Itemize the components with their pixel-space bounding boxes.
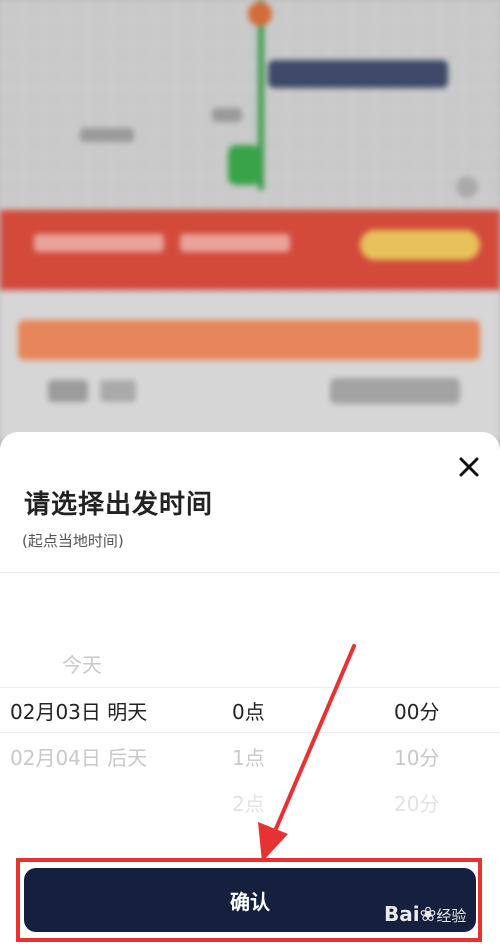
picker-hour-option[interactable]: 2点 (232, 788, 265, 817)
banner-badge (360, 230, 480, 260)
paw-icon: ❀ (419, 902, 437, 926)
picker-date-option-selected[interactable]: 02月03日 明天 (10, 696, 147, 725)
background-map (0, 0, 500, 440)
watermark-suffix: 经验 (436, 907, 467, 925)
close-button[interactable] (452, 450, 486, 484)
background-panel (0, 292, 500, 440)
background-item (48, 380, 88, 402)
annotation-highlight-box (16, 858, 482, 942)
banner-text (180, 234, 290, 252)
map-info-card (268, 60, 448, 88)
map-pin-green (228, 145, 260, 185)
picker-minute-option[interactable]: 20分 (394, 788, 439, 817)
map-label (212, 108, 242, 122)
picker-date-option[interactable]: 02月04日 后天 (10, 742, 147, 771)
map-pin-start (248, 2, 272, 26)
sheet-subtitle: (起点当地时间) (22, 532, 124, 550)
divider (0, 572, 500, 573)
background-item (100, 380, 136, 402)
background-orange-bar (18, 320, 480, 360)
promo-banner (0, 210, 500, 290)
sheet-title: 请选择出发时间 (24, 490, 214, 520)
banner-text (34, 234, 164, 252)
picker-hour-option[interactable]: 1点 (232, 742, 265, 771)
picker-date-option[interactable]: 今天 (62, 649, 102, 678)
background-item (330, 378, 460, 404)
close-icon (459, 457, 479, 477)
picker-minute-option[interactable]: 10分 (394, 742, 439, 771)
baidu-watermark: Bai❀经验 (384, 902, 466, 926)
map-label (80, 128, 134, 142)
background-button (456, 176, 478, 198)
watermark-brand: Bai (384, 902, 420, 926)
picker-minute-option-selected[interactable]: 00分 (394, 696, 439, 725)
picker-hour-option-selected[interactable]: 0点 (232, 696, 265, 725)
picker-fade (0, 820, 500, 860)
